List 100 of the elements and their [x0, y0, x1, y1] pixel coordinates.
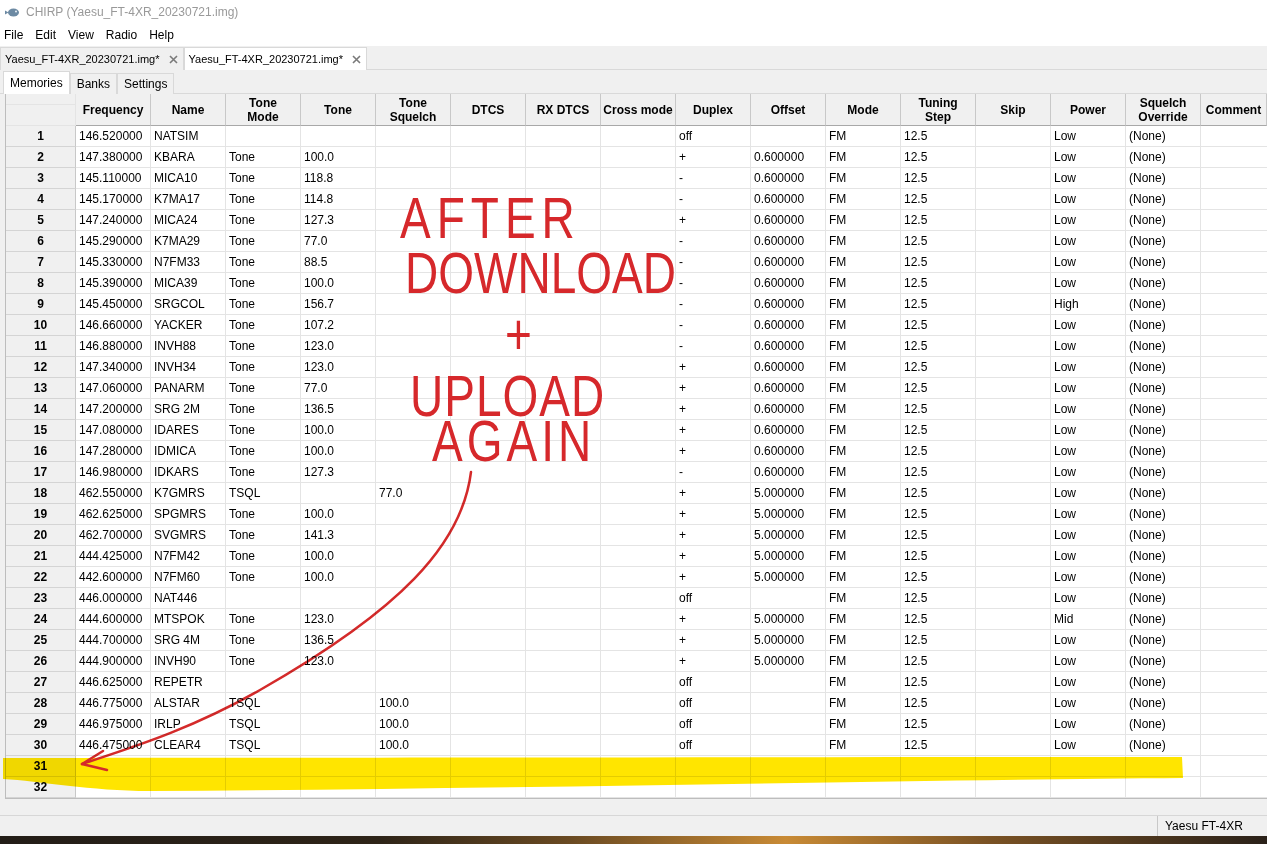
table-cell-text: FM [828, 170, 848, 187]
menu-item[interactable]: View [68, 24, 94, 46]
table-cell-text: - [678, 464, 684, 481]
table-cell-text: N7FM33 [153, 254, 201, 271]
table-cell-text: 147.080000 [78, 422, 144, 439]
menu-item[interactable]: Radio [105, 24, 138, 46]
table-cell-text: 145.170000 [78, 191, 144, 208]
table-cell-text: 145.450000 [78, 296, 144, 313]
table-cell-text: (None) [1128, 128, 1167, 145]
table-cell-text: off [678, 128, 694, 145]
table-cell-text: Tone [228, 506, 257, 523]
table-cell-text: IDMICA [153, 443, 197, 460]
table-cell-text: 145.110000 [78, 170, 143, 187]
row-header: 3 [6, 168, 76, 189]
close-icon[interactable] [352, 54, 362, 64]
table-cell-text: 100.0 [303, 275, 336, 292]
table-cell-text: 12.5 [903, 632, 929, 649]
table-cell-text: 442.600000 [78, 569, 144, 586]
table-cell-text: 100.0 [303, 569, 336, 586]
tab[interactable]: Settings [117, 73, 175, 94]
table-cell-text: 5.000000 [753, 632, 806, 649]
table-cell-text: 127.3 [303, 464, 336, 481]
table-cell-text: KBARA [153, 149, 196, 166]
table-cell-text: 0.600000 [753, 233, 806, 250]
column-header: Frequency [76, 94, 151, 126]
table-cell-text: Tone [228, 296, 257, 313]
row-header: 30 [6, 735, 76, 756]
table-cell-text: Low [1053, 653, 1077, 670]
table-cell-text: (None) [1128, 401, 1167, 418]
row-header: 13 [6, 378, 76, 399]
table-cell-text: 145.290000 [78, 233, 144, 250]
table-cell-text: Low [1053, 737, 1077, 754]
menu-item[interactable]: File [4, 24, 24, 46]
table-cell-text: IDARES [153, 422, 200, 439]
table-cell-text: FM [828, 380, 848, 397]
row-header: 26 [6, 651, 76, 672]
table-cell-text: (None) [1128, 359, 1167, 376]
close-icon[interactable] [168, 54, 178, 64]
tab[interactable]: Memories [3, 71, 70, 94]
table-cell-text: 147.200000 [78, 401, 144, 418]
table-cell-text: 114.8 [303, 191, 335, 208]
table-cell-text: 123.0 [303, 338, 336, 355]
table-cell-text: FM [828, 128, 848, 145]
table-cell-text: FM [828, 443, 848, 460]
table-cell-text: FM [828, 506, 848, 523]
table-cell-text: 100.0 [303, 443, 336, 460]
table-cell-text: 446.475000 [78, 737, 144, 754]
table-cell-text: 136.5 [303, 632, 336, 649]
table-cell-text: Tone [228, 653, 257, 670]
row-header: 9 [6, 294, 76, 315]
menu-item[interactable]: Edit [35, 24, 57, 46]
table-cell-text: 145.330000 [78, 254, 144, 271]
table-cell-text: Tone [228, 422, 257, 439]
table-cell-text: (None) [1128, 170, 1167, 187]
table-cell-text: + [678, 443, 687, 460]
table-cell-text: Tone [228, 548, 257, 565]
table-cell-text: TSQL [228, 737, 262, 754]
table-cell-text: Tone [228, 233, 257, 250]
table-cell-text: (None) [1128, 506, 1167, 523]
table-cell-text: 0.600000 [753, 275, 806, 292]
table-cell-text: 145.390000 [78, 275, 144, 292]
table-cell-text: Low [1053, 317, 1077, 334]
table-cell-text: + [678, 359, 687, 376]
table-cell-text: Low [1053, 191, 1077, 208]
table-cell-text: N7FM60 [153, 569, 201, 586]
table-cell-text: FM [828, 485, 848, 502]
table-cell-text: (None) [1128, 149, 1167, 166]
table-cell-text: 444.900000 [78, 653, 144, 670]
table-cell-text: 12.5 [903, 569, 929, 586]
table-cell-text: 12.5 [903, 338, 929, 355]
table-cell-text: SRG 4M [153, 632, 201, 649]
menu-item[interactable]: Help [149, 24, 174, 46]
table-cell-text: 446.625000 [78, 674, 144, 691]
table-cell-text: (None) [1128, 632, 1167, 649]
table-cell-text: (None) [1128, 548, 1167, 565]
table-cell-text: 0.600000 [753, 359, 806, 376]
table-cell-text: 100.0 [303, 506, 336, 523]
table-cell-text: SRG 2M [153, 401, 201, 418]
table-cell-text: FM [828, 590, 848, 607]
table-cell-text: YACKER [153, 317, 204, 334]
table-cell-text: + [678, 212, 687, 229]
table-cell-text: MICA24 [153, 212, 199, 229]
table-cell-text: 141.3 [303, 527, 336, 544]
table-cell-text: 123.0 [303, 359, 336, 376]
table-cell-text: FM [828, 527, 848, 544]
table-cell-text: Tone [228, 359, 257, 376]
table-cell-text: (None) [1128, 275, 1167, 292]
table-cell-text: Tone [228, 569, 257, 586]
table-cell-text: Low [1053, 506, 1077, 523]
table-cell-text: + [678, 548, 687, 565]
table-cell-text: 5.000000 [753, 527, 806, 544]
table-cell-text: 100.0 [378, 716, 411, 733]
table-cell-text: 77.0 [303, 233, 329, 250]
row-header: 17 [6, 462, 76, 483]
file-tab[interactable]: Yaesu_FT-4XR_20230721.img* [183, 47, 368, 70]
column-header: Tone Squelch [376, 94, 451, 126]
tab[interactable]: Banks [69, 73, 118, 94]
table-cell-text: 462.700000 [78, 527, 144, 544]
table-cell-text: TSQL [228, 716, 262, 733]
file-tab[interactable]: Yaesu_FT-4XR_20230721.img* [0, 47, 184, 70]
